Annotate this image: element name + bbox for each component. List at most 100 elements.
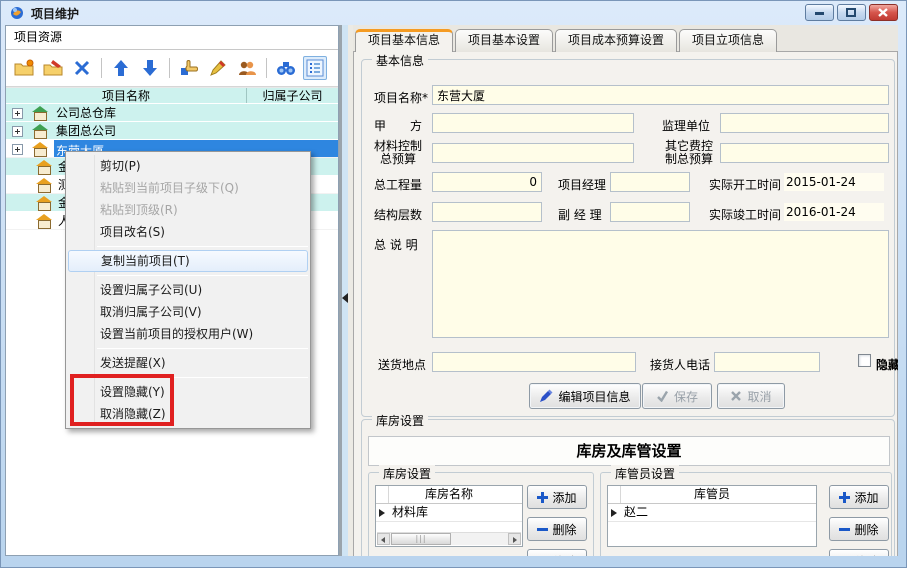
menu-item-cut[interactable]: 剪切(P) bbox=[66, 155, 310, 177]
edit-folder-icon[interactable] bbox=[41, 56, 65, 80]
tab-basic-settings[interactable]: 项目基本设置 bbox=[455, 29, 553, 52]
warehouse-modify-button[interactable]: 修改 bbox=[527, 549, 587, 556]
minimize-button[interactable] bbox=[805, 4, 834, 21]
minus-icon bbox=[537, 528, 548, 531]
plus-icon bbox=[537, 492, 548, 503]
delete-icon[interactable] bbox=[70, 56, 94, 80]
row-marker-icon bbox=[611, 509, 617, 517]
actual-start-label: 实际开工时间 bbox=[709, 176, 781, 193]
keeper-subgroup-label: 库管员设置 bbox=[611, 465, 679, 482]
expand-plus-icon[interactable] bbox=[12, 108, 23, 119]
project-house-icon bbox=[32, 143, 47, 155]
delivery-place-label: 送货地点 bbox=[378, 356, 426, 373]
move-up-icon[interactable] bbox=[109, 56, 133, 80]
search-binoculars-icon[interactable] bbox=[274, 56, 298, 80]
delivery-place-input[interactable] bbox=[432, 352, 636, 372]
scroll-thumb[interactable] bbox=[391, 533, 451, 545]
menu-separator bbox=[97, 246, 308, 247]
actual-end-value[interactable]: 2016-01-24 bbox=[784, 203, 884, 221]
warehouse-grid[interactable]: 库房名称 材料库 bbox=[375, 485, 523, 547]
rename-pencil-icon[interactable] bbox=[206, 56, 230, 80]
edit-project-button[interactable]: 编辑项目信息 bbox=[529, 383, 641, 409]
warehouse-remove-button[interactable]: 删除 bbox=[527, 517, 587, 541]
save-button[interactable]: 保存 bbox=[642, 383, 712, 409]
menu-item-set-subcompany[interactable]: 设置归属子公司(U) bbox=[66, 279, 310, 301]
project-name-input[interactable] bbox=[432, 85, 889, 105]
expand-plus-icon[interactable] bbox=[12, 144, 23, 155]
close-button[interactable] bbox=[869, 4, 898, 21]
keeper-subgroup: 库管员设置 库管员 赵二 添加 删除 修 bbox=[600, 472, 892, 556]
scroll-right-icon[interactable] bbox=[508, 533, 521, 545]
column-header-project-name[interactable]: 项目名称 bbox=[6, 88, 247, 103]
structure-layers-label: 结构层数 bbox=[374, 206, 422, 223]
horizontal-scrollbar[interactable] bbox=[377, 532, 521, 545]
expand-plus-icon[interactable] bbox=[12, 126, 23, 137]
maximize-button[interactable] bbox=[837, 4, 866, 21]
menu-item-rename[interactable]: 项目改名(S) bbox=[66, 221, 310, 243]
keeper-grid-header: 库管员 bbox=[608, 486, 816, 504]
tab-approval-info[interactable]: 项目立项信息 bbox=[679, 29, 777, 52]
receiver-phone-input[interactable] bbox=[714, 352, 820, 372]
supervisor-input[interactable] bbox=[720, 113, 889, 133]
company-house-icon bbox=[32, 125, 47, 137]
warehouse-section-title: 库房及库管设置 bbox=[368, 436, 890, 466]
party-a-input[interactable] bbox=[432, 113, 634, 133]
project-detail-panel: 项目基本信息 项目基本设置 项目成本预算设置 项目立项信息 基本信息 项目名称*… bbox=[353, 25, 898, 556]
panel-splitter[interactable] bbox=[339, 25, 353, 556]
app-window: 项目维护 项目资源 bbox=[0, 0, 907, 568]
annotation-box bbox=[70, 374, 174, 426]
receiver-phone-label: 接货人电话 bbox=[650, 356, 710, 373]
material-budget-label: 材料控制总预算 bbox=[366, 140, 430, 166]
summary-textarea[interactable] bbox=[432, 230, 889, 338]
total-quantity-input[interactable] bbox=[432, 172, 542, 192]
menu-item-send-reminder[interactable]: 发送提醒(X) bbox=[66, 352, 310, 374]
column-header-subcompany[interactable]: 归属子公司 bbox=[247, 88, 338, 103]
menu-item-unset-subcompany[interactable]: 取消归属子公司(V) bbox=[66, 301, 310, 323]
collapse-left-icon[interactable] bbox=[342, 293, 348, 303]
actual-start-value[interactable]: 2015-01-24 bbox=[784, 173, 884, 191]
users-icon[interactable] bbox=[235, 56, 259, 80]
plus-icon bbox=[839, 492, 850, 503]
menu-item-paste-top-level[interactable]: 粘贴到顶级(R) bbox=[66, 199, 310, 221]
new-folder-icon[interactable] bbox=[12, 56, 36, 80]
tab-basic-info[interactable]: 项目基本信息 bbox=[355, 29, 453, 52]
warehouse-grid-header: 库房名称 bbox=[376, 486, 522, 504]
warehouse-subgroup-label: 库房设置 bbox=[379, 465, 435, 482]
other-budget-input[interactable] bbox=[720, 143, 889, 163]
hidden-checkbox[interactable] bbox=[858, 354, 871, 367]
supervisor-label: 监理单位 bbox=[662, 117, 710, 134]
structure-layers-input[interactable] bbox=[432, 202, 542, 222]
keeper-remove-button[interactable]: 删除 bbox=[829, 517, 889, 541]
window-title: 项目维护 bbox=[31, 5, 79, 22]
keeper-modify-button[interactable]: 修改 bbox=[829, 549, 889, 556]
list-view-icon[interactable] bbox=[303, 56, 327, 80]
cancel-button[interactable]: 取消 bbox=[717, 383, 785, 409]
actual-end-label: 实际竣工时间 bbox=[709, 206, 781, 223]
tree-row-company-warehouse[interactable]: 公司总仓库 bbox=[6, 104, 338, 122]
warehouse-add-button[interactable]: 添加 bbox=[527, 485, 587, 509]
menu-item-copy-project[interactable]: 复制当前项目(T) bbox=[68, 250, 308, 272]
tree-row-group-company[interactable]: 集团总公司 bbox=[6, 122, 338, 140]
scroll-left-icon[interactable] bbox=[377, 533, 390, 545]
project-name-label: 项目名称* bbox=[374, 89, 428, 106]
project-manager-label: 项目经理 bbox=[558, 176, 606, 193]
tab-cost-budget-settings[interactable]: 项目成本预算设置 bbox=[555, 29, 677, 52]
toolbar-separator bbox=[169, 58, 170, 78]
keeper-add-button[interactable]: 添加 bbox=[829, 485, 889, 509]
select-hand-icon[interactable] bbox=[177, 56, 201, 80]
material-budget-input[interactable] bbox=[432, 143, 634, 163]
menu-item-set-authorized-users[interactable]: 设置当前项目的授权用户(W) bbox=[66, 323, 310, 345]
keeper-grid[interactable]: 库管员 赵二 bbox=[607, 485, 817, 547]
keeper-row[interactable]: 赵二 bbox=[608, 504, 816, 522]
project-house-icon bbox=[36, 161, 51, 173]
warehouse-row[interactable]: 材料库 bbox=[376, 504, 522, 522]
project-manager-input[interactable] bbox=[610, 172, 690, 192]
company-house-icon bbox=[32, 107, 47, 119]
project-house-icon bbox=[36, 215, 51, 227]
menu-item-paste-as-child[interactable]: 粘贴到当前项目子级下(Q) bbox=[66, 177, 310, 199]
app-icon bbox=[9, 5, 25, 21]
modify-pencil-icon bbox=[537, 555, 549, 556]
move-down-icon[interactable] bbox=[138, 56, 162, 80]
check-icon bbox=[656, 390, 669, 402]
deputy-manager-input[interactable] bbox=[610, 202, 690, 222]
